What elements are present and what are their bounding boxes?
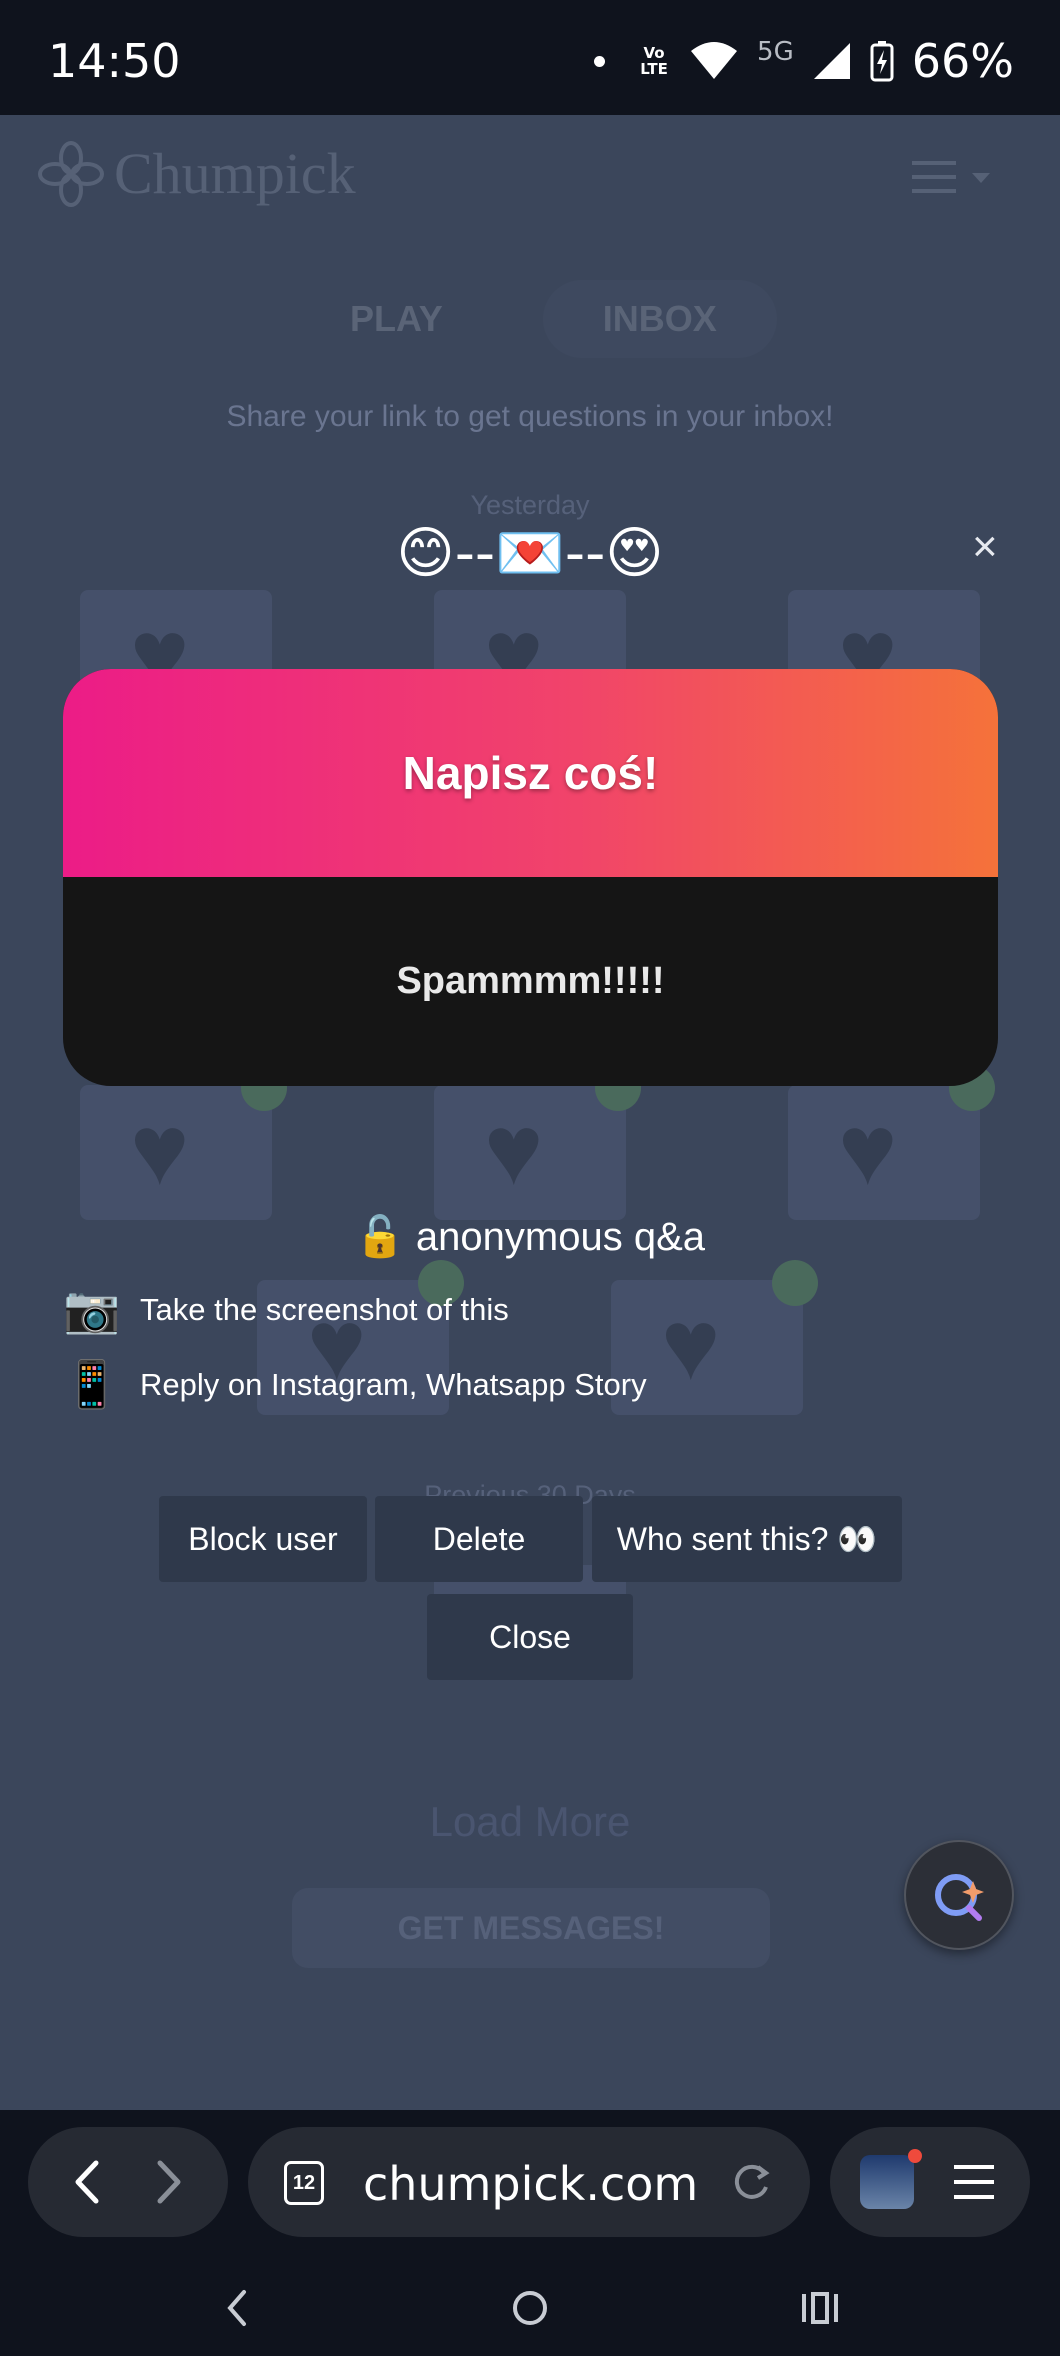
wifi-icon <box>691 42 738 79</box>
notification-dot-icon <box>594 55 606 67</box>
history-nav <box>28 2127 228 2237</box>
modal-body: Spammmm!!!!! <box>63 877 998 1086</box>
browser-actions <box>830 2127 1030 2237</box>
system-recents-icon[interactable] <box>800 2290 840 2326</box>
camera-icon: 📷 <box>63 1282 121 1336</box>
tab-play[interactable]: PLAY <box>290 280 503 358</box>
message-card[interactable]: ♥ <box>788 1065 995 1220</box>
url-text[interactable]: chumpick.com <box>363 2157 698 2211</box>
close-icon[interactable]: × <box>972 522 998 572</box>
heart-icon: ♥ <box>130 1094 190 1206</box>
status-time: 14:50 <box>48 34 181 88</box>
message-card[interactable]: ♥ <box>434 1065 641 1220</box>
status-icons: Vo LTE 5G 66% <box>594 34 1014 88</box>
system-home-icon[interactable] <box>510 2288 550 2328</box>
modal-title: Napisz coś! <box>402 747 659 799</box>
mode-tabs: PLAY INBOX <box>290 280 777 358</box>
who-sent-this-button[interactable]: Who sent this? 👀 <box>592 1496 902 1582</box>
notification-badge-icon <box>908 2149 922 2163</box>
menu-icon[interactable] <box>952 2163 996 2201</box>
address-bar[interactable]: 12 chumpick.com <box>248 2127 810 2237</box>
battery-percent: 66% <box>911 34 1014 88</box>
flower-logo-icon <box>38 140 104 207</box>
phone-icon: 📱 <box>63 1357 121 1411</box>
delete-button[interactable]: Delete <box>375 1496 583 1582</box>
system-nav-bar <box>0 2258 1060 2356</box>
ai-sparkle-icon <box>935 1874 984 1921</box>
load-more-button[interactable]: Load More <box>0 1798 1060 1846</box>
tab-thumbnail-icon[interactable] <box>860 2155 914 2209</box>
modal-emoji-header: 😊--💌--😍 <box>396 521 664 586</box>
page-background: Chumpick PLAY INBOX Share your link to g… <box>0 115 1060 2110</box>
status-bar: 14:50 Vo LTE 5G 66% <box>0 0 1060 115</box>
heart-icon: ♥ <box>484 1094 544 1206</box>
close-button[interactable]: Close <box>427 1594 633 1680</box>
share-text: Share your link to get questions in your… <box>226 400 834 433</box>
message-card-modal: Napisz coś! Spammmm!!!!! <box>63 669 998 1086</box>
ai-assistant-button[interactable] <box>904 1840 1014 1950</box>
instruction-text: Reply on Instagram, Whatsapp Story <box>140 1366 647 1402</box>
instruction-item: 📱 Reply on Instagram, Whatsapp Story <box>62 1357 647 1412</box>
heart-icon: ♥ <box>838 1094 898 1206</box>
battery-icon <box>870 41 894 82</box>
volte-icon: Vo LTE <box>640 44 668 78</box>
anonymous-qa-title: 🔓 anonymous q&a <box>355 1215 705 1259</box>
reload-icon[interactable] <box>730 2161 772 2203</box>
browser-toolbar: 12 chumpick.com <box>0 2110 1060 2258</box>
network-type: 5G <box>757 37 794 67</box>
back-arrow-icon[interactable] <box>68 2159 108 2205</box>
heart-icon: ♥ <box>661 1289 721 1401</box>
instruction-text: Take the screenshot of this <box>140 1291 509 1327</box>
modal-header: Napisz coś! <box>63 669 998 877</box>
get-messages-button[interactable]: GET MESSAGES! <box>292 1888 770 1968</box>
signal-icon <box>813 43 850 79</box>
forward-arrow-icon[interactable] <box>148 2159 188 2205</box>
block-user-button[interactable]: Block user <box>159 1496 367 1582</box>
tab-inbox[interactable]: INBOX <box>542 280 777 358</box>
day-label-yesterday: Yesterday <box>470 490 590 520</box>
brand-logo[interactable]: Chumpick <box>38 140 356 207</box>
instruction-item: 📷 Take the screenshot of this <box>62 1282 509 1337</box>
message-card[interactable]: ♥ <box>80 1065 287 1220</box>
message-text: Spammmm!!!!! <box>396 960 665 1002</box>
hamburger-menu-icon[interactable] <box>910 157 1000 202</box>
brand-name: Chumpick <box>114 141 356 206</box>
tabs-count-icon[interactable]: 12 <box>284 2161 324 2205</box>
system-back-icon[interactable] <box>222 2288 252 2328</box>
check-icon <box>772 1260 818 1306</box>
